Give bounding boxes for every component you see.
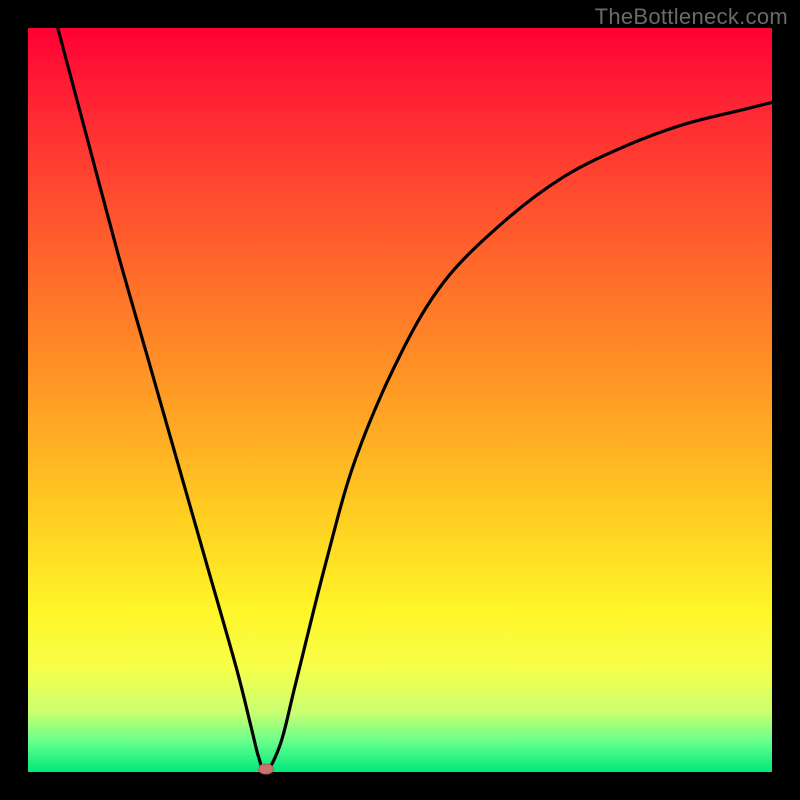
optimal-point-marker [258, 764, 274, 775]
plot-area [28, 28, 772, 772]
chart-frame: TheBottleneck.com [0, 0, 800, 800]
bottleneck-curve [28, 28, 772, 772]
watermark-text: TheBottleneck.com [595, 4, 788, 30]
